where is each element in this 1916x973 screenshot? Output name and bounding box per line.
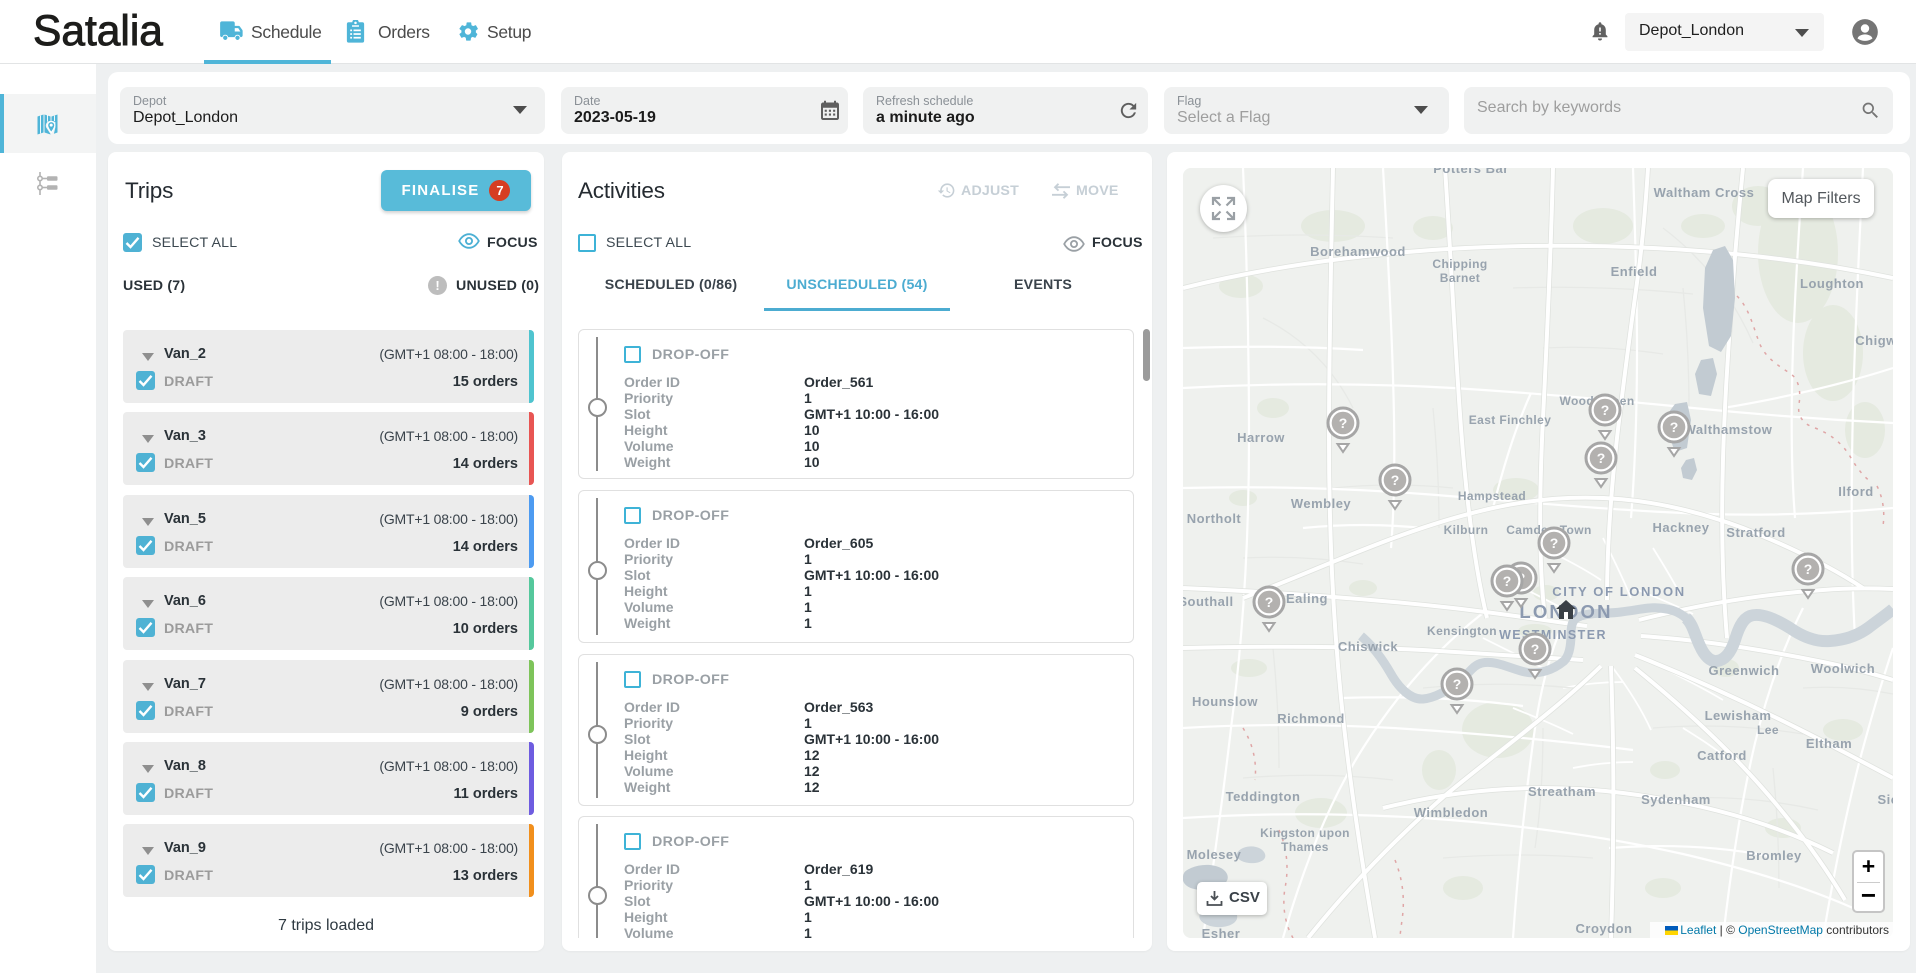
svg-text:Walthamstow: Walthamstow [1684,422,1773,437]
svg-text:Chipping: Chipping [1432,257,1487,271]
svg-text:Harrow: Harrow [1237,430,1285,445]
svg-text:Thames: Thames [1281,840,1329,854]
svg-text:Borehamwood: Borehamwood [1310,244,1406,259]
svg-text:Hounslow: Hounslow [1192,694,1258,709]
svg-text:WESTMINSTER: WESTMINSTER [1499,628,1607,642]
svg-text:?: ? [1670,419,1679,435]
svg-text:Esher: Esher [1202,926,1241,938]
svg-text:Waltham Cross: Waltham Cross [1654,185,1755,200]
svg-text:Chigwell: Chigwell [1855,333,1893,348]
svg-text:Catford: Catford [1697,748,1747,763]
svg-text:Sic: Sic [1877,792,1893,807]
svg-text:?: ? [1339,415,1348,431]
svg-text:Northolt: Northolt [1187,511,1242,526]
svg-text:?: ? [1265,594,1274,610]
svg-text:?: ? [1550,535,1559,551]
svg-text:Ealing: Ealing [1286,591,1328,606]
svg-text:Southall: Southall [1183,594,1234,609]
svg-text:Bromley: Bromley [1746,848,1802,863]
svg-text:?: ? [1503,573,1512,589]
svg-text:Hampstead: Hampstead [1458,489,1526,503]
svg-text:Wimbledon: Wimbledon [1414,805,1488,820]
svg-text:Stratford: Stratford [1726,525,1785,540]
svg-text:Ilford: Ilford [1838,484,1874,499]
svg-text:Richmond: Richmond [1277,711,1345,726]
svg-text:Potters Bar: Potters Bar [1433,168,1509,176]
svg-text:Eltham: Eltham [1806,736,1852,751]
svg-text:Greenwich: Greenwich [1709,663,1780,678]
svg-text:Wembley: Wembley [1291,496,1352,511]
svg-text:Kensington: Kensington [1427,624,1497,638]
svg-text:Chiswick: Chiswick [1338,639,1399,654]
svg-text:Teddington: Teddington [1226,789,1301,804]
svg-text:East Finchley: East Finchley [1469,413,1552,427]
svg-text:Kingston upon: Kingston upon [1260,826,1350,840]
svg-text:?: ? [1597,450,1606,466]
svg-text:Lee: Lee [1757,723,1779,737]
svg-text:?: ? [1453,676,1462,692]
svg-text:Sydenham: Sydenham [1641,792,1711,807]
svg-text:?: ? [1601,402,1610,418]
svg-text:Lewisham: Lewisham [1705,708,1772,723]
svg-text:Hackney: Hackney [1653,520,1710,535]
svg-text:Streatham: Streatham [1528,784,1596,799]
svg-text:?: ? [1391,472,1400,488]
svg-text:Loughton: Loughton [1800,276,1864,291]
svg-text:Woolwich: Woolwich [1811,661,1875,676]
svg-text:?: ? [1531,641,1540,657]
svg-text:Barnet: Barnet [1440,271,1480,285]
svg-text:Kilburn: Kilburn [1444,523,1489,537]
svg-text:?: ? [1804,561,1813,577]
svg-text:Croydon: Croydon [1576,921,1633,936]
svg-text:Enfield: Enfield [1611,264,1658,279]
svg-text:Molesey: Molesey [1187,847,1242,862]
svg-text:CITY OF LONDON: CITY OF LONDON [1552,584,1685,599]
